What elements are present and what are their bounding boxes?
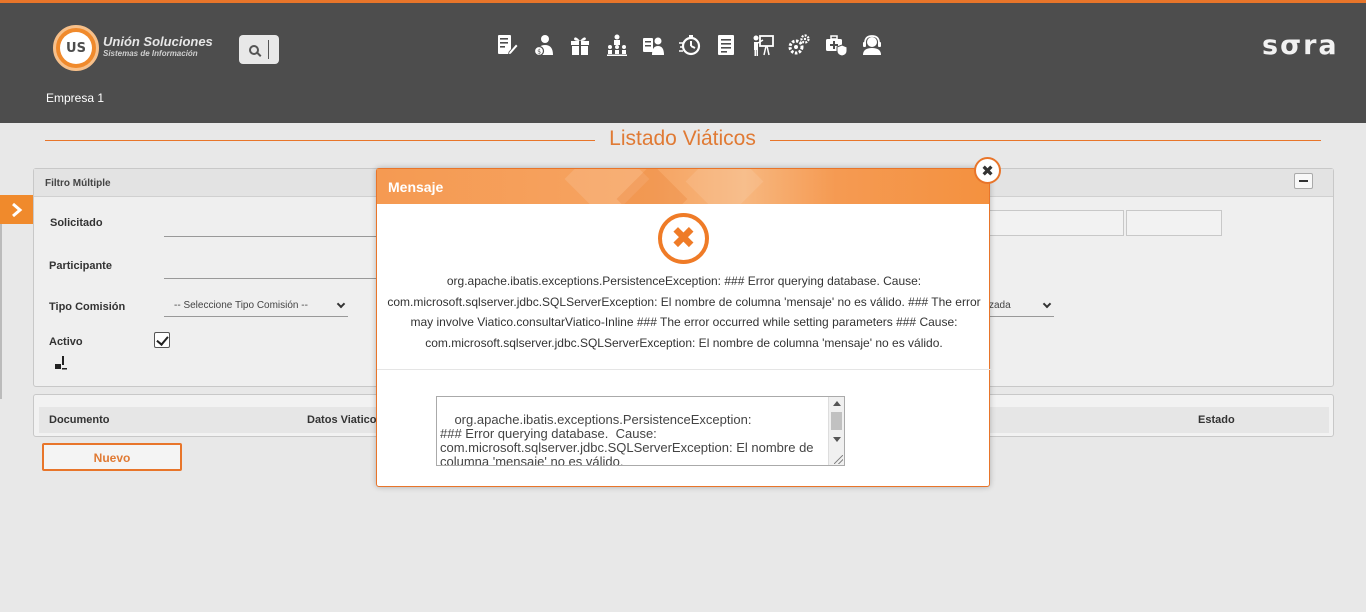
search-button[interactable] bbox=[239, 35, 279, 64]
search-icon bbox=[249, 44, 259, 55]
company-name: Empresa 1 bbox=[46, 91, 105, 105]
title-rule-left bbox=[45, 140, 595, 141]
logo-subtitle: Sistemas de Información bbox=[103, 49, 198, 58]
clear-filters-icon[interactable] bbox=[54, 356, 68, 373]
sidebar-toggle-button[interactable] bbox=[0, 195, 33, 224]
tipo-comision-value: -- Seleccione Tipo Comisión -- bbox=[174, 300, 308, 311]
sidebar-edge bbox=[0, 224, 2, 399]
page-title-row: Listado Viáticos bbox=[45, 127, 1321, 153]
stopwatch-icon[interactable] bbox=[677, 32, 703, 58]
top-header: US Unión Soluciones Sistemas de Informac… bbox=[0, 0, 1366, 123]
scroll-thumb[interactable] bbox=[831, 412, 842, 430]
page-title: Listado Viáticos bbox=[609, 127, 756, 150]
title-rule-right bbox=[770, 140, 1321, 141]
user-money-icon[interactable]: $ bbox=[531, 32, 557, 58]
medical-kit-shield-icon[interactable] bbox=[823, 32, 849, 58]
column-estado[interactable]: Estado bbox=[1198, 414, 1235, 426]
scroll-up-arrow-icon[interactable] bbox=[833, 401, 841, 406]
column-documento[interactable]: Documento bbox=[49, 414, 110, 426]
edit-document-icon[interactable] bbox=[494, 32, 520, 58]
document-list-icon[interactable] bbox=[713, 32, 739, 58]
resize-grip-icon[interactable] bbox=[834, 455, 843, 464]
date-from-input[interactable] bbox=[989, 210, 1124, 236]
activo-checkbox[interactable] bbox=[154, 332, 170, 348]
chevron-right-icon bbox=[11, 202, 22, 217]
error-detail-text: org.apache.ibatis.exceptions.Persistence… bbox=[440, 412, 814, 466]
dialog-header: Mensaje bbox=[377, 169, 989, 204]
chevron-down-icon bbox=[336, 299, 346, 309]
estado-select-value: zada bbox=[989, 300, 1011, 311]
org-chart-icon[interactable] bbox=[604, 32, 630, 58]
svg-text:$: $ bbox=[537, 49, 541, 56]
column-datos-viatico[interactable]: Datos Viatico bbox=[307, 414, 377, 426]
tipo-comision-label: Tipo Comisión bbox=[49, 301, 126, 313]
solicitado-input[interactable] bbox=[164, 219, 379, 237]
detail-scrollbar[interactable] bbox=[828, 397, 844, 465]
dialog-divider bbox=[377, 369, 991, 370]
sora-brand-logo: sσra bbox=[1262, 30, 1339, 61]
solicitado-label: Solicitado bbox=[50, 217, 103, 229]
tipo-comision-select[interactable]: -- Seleccione Tipo Comisión -- bbox=[164, 295, 348, 317]
gears-icon[interactable] bbox=[786, 32, 812, 58]
logo-badge: US bbox=[53, 25, 99, 71]
error-icon-glyph: ✖ bbox=[670, 220, 697, 256]
estado-select[interactable]: zada bbox=[989, 295, 1054, 317]
scroll-down-arrow-icon[interactable] bbox=[833, 437, 841, 442]
company-logo[interactable]: US Unión Soluciones Sistemas de Informac… bbox=[53, 25, 213, 71]
participante-label: Participante bbox=[49, 260, 112, 272]
error-dialog: Mensaje ✖ org.apache.ibatis.exceptions.P… bbox=[376, 168, 991, 487]
error-detail-textarea[interactable]: org.apache.ibatis.exceptions.Persistence… bbox=[436, 396, 845, 466]
support-agent-icon[interactable] bbox=[859, 32, 885, 58]
logo-title: Unión Soluciones bbox=[103, 34, 213, 49]
nuevo-button[interactable]: Nuevo bbox=[42, 443, 182, 471]
dialog-title: Mensaje bbox=[388, 179, 444, 195]
id-card-user-icon[interactable] bbox=[640, 32, 666, 58]
presentation-icon[interactable] bbox=[750, 32, 776, 58]
close-icon: ✖ bbox=[981, 162, 994, 180]
date-to-input[interactable] bbox=[1126, 210, 1222, 236]
participante-input[interactable] bbox=[164, 261, 379, 279]
module-nav: $ bbox=[494, 32, 896, 58]
error-message: org.apache.ibatis.exceptions.Persistence… bbox=[387, 274, 981, 350]
logo-mark: US bbox=[60, 32, 92, 64]
gift-icon[interactable] bbox=[567, 32, 593, 58]
activo-label: Activo bbox=[49, 336, 83, 348]
collapse-button[interactable] bbox=[1294, 173, 1313, 189]
error-icon: ✖ bbox=[658, 213, 709, 264]
text-cursor bbox=[268, 40, 269, 59]
chevron-down-icon bbox=[1042, 299, 1052, 309]
close-dialog-button[interactable]: ✖ bbox=[974, 157, 1001, 184]
